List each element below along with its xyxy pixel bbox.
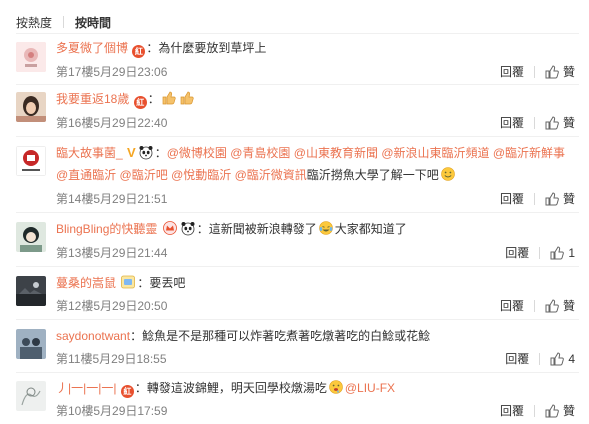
like-button[interactable]: 贊 [545, 114, 575, 131]
like-label: 贊 [562, 192, 575, 206]
comment-meta: 第17樓5月29日23:06 [56, 65, 168, 79]
verified-v-icon: V [127, 145, 136, 160]
panda-emoji-icon [138, 144, 154, 160]
like-count: 1 [568, 245, 575, 260]
like-label: 贊 [562, 116, 575, 130]
red-badge-icon: 紅 [133, 96, 147, 109]
divider [16, 136, 579, 137]
comment-text: ：這新聞被新浪轉發了 [196, 222, 317, 236]
comment-meta: 第10樓5月29日17:59 [56, 404, 168, 418]
like-button[interactable]: 贊 [545, 63, 575, 80]
red-badge-icon: 紅 [120, 385, 134, 398]
comment-text: ： [147, 92, 160, 106]
comment-meta: 第16樓5月29日22:40 [56, 116, 168, 130]
mention-link[interactable]: @悅動臨沂 [171, 168, 231, 182]
like-button[interactable]: 贊 [545, 297, 575, 314]
like-button[interactable]: 贊 [545, 402, 575, 419]
avatar-people-photo-icon[interactable] [16, 329, 46, 359]
thumbs-up-emoji-icon [161, 90, 177, 106]
divider [16, 266, 579, 267]
mention-link[interactable]: @直通臨沂 [56, 168, 116, 182]
comment-username[interactable]: 多夏微了個博 [56, 41, 128, 55]
action-divider [533, 116, 535, 129]
comment-text: 臨沂撈魚大學了解一下吧 [306, 168, 439, 182]
drool-emoji-icon [328, 379, 344, 395]
divider [16, 319, 579, 320]
mention-link[interactable]: @LIU-FX [345, 381, 395, 395]
reply-button[interactable]: 回覆 [500, 63, 524, 80]
reply-button[interactable]: 回覆 [500, 297, 524, 314]
action-divider [539, 246, 541, 259]
divider [16, 84, 579, 85]
panda-emoji-icon [180, 220, 196, 236]
avatar-sketch-icon[interactable] [16, 381, 46, 411]
comment-text: ：鯰魚是不是那種可以炸著吃煮著吃燉著吃的白鯰或花鯰 [130, 329, 431, 343]
like-count: 4 [568, 351, 575, 366]
comment-text: ：為什麼要放到草坪上 [146, 41, 267, 55]
action-divider [533, 299, 535, 312]
like-button[interactable]: 1 [550, 246, 575, 260]
smile-emoji-icon [440, 166, 456, 182]
laugh-cry-emoji-icon [318, 220, 334, 236]
avatar-university-logo-icon[interactable] [16, 146, 46, 176]
comment-text: ： [154, 146, 167, 160]
divider [16, 372, 579, 373]
thumbs-up-icon [545, 115, 559, 130]
avatar-cartoon-icon[interactable] [16, 222, 46, 252]
comment-meta: 第14樓5月29日21:51 [56, 192, 168, 206]
comment-username[interactable]: 丿|一|一|一| [56, 381, 116, 395]
action-divider [539, 352, 541, 365]
sort-divider [63, 16, 65, 28]
mention-link[interactable]: @臨沂微資訊 [235, 168, 307, 182]
reply-button[interactable]: 回覆 [500, 190, 524, 207]
thumbs-up-emoji-icon [179, 90, 195, 106]
reply-button[interactable]: 回覆 [500, 402, 524, 419]
mention-link[interactable]: @臨沂吧 [120, 168, 168, 182]
thumbs-up-icon [545, 191, 559, 206]
mention-link[interactable]: @新浪山東臨沂頻道 [381, 146, 489, 160]
like-button[interactable]: 4 [550, 352, 575, 366]
reply-button[interactable]: 回覆 [505, 244, 529, 261]
like-label: 贊 [562, 404, 575, 418]
comment-meta: 第13樓5月29日21:44 [56, 246, 168, 260]
comment-text: 大家都知道了 [334, 222, 407, 236]
comment-text: ：轉發這波錦鯉，明天回學校燉湯吃 [134, 381, 327, 395]
mention-link[interactable]: @微博校園 [167, 146, 227, 160]
comment-meta: 第11樓5月29日18:55 [56, 352, 167, 366]
comment-username[interactable]: BlingBling的快聽靈 [56, 222, 157, 236]
avatar-girl-photo-icon[interactable] [16, 92, 46, 122]
like-label: 贊 [562, 299, 575, 313]
mention-link[interactable]: @青島校園 [230, 146, 290, 160]
action-divider [533, 65, 535, 78]
divider [16, 212, 579, 213]
sort-by-hot-tab[interactable]: 按熱度 [16, 14, 52, 31]
comment-username[interactable]: 我要重返18歲 [56, 92, 129, 106]
sort-bar: 按熱度 按時間 [16, 12, 111, 32]
crown-badge-icon [162, 220, 178, 236]
action-divider [533, 192, 535, 205]
thumbs-up-icon [545, 298, 559, 313]
comment-meta: 第12樓5月29日20:50 [56, 299, 168, 313]
mention-link[interactable]: @臨沂新鮮事 [493, 146, 565, 160]
member-badge-icon [120, 274, 136, 290]
thumbs-up-icon [550, 351, 565, 366]
divider [16, 33, 579, 34]
thumbs-up-icon [545, 403, 559, 418]
comment-username[interactable]: 臨大故事菌_ [56, 146, 123, 160]
comment-text: ：要丟吧 [137, 276, 186, 290]
sort-by-time-tab[interactable]: 按時間 [75, 14, 111, 31]
reply-button[interactable]: 回覆 [500, 114, 524, 131]
avatar-night-photo-icon[interactable] [16, 276, 46, 306]
reply-button[interactable]: 回覆 [505, 350, 529, 367]
like-label: 贊 [562, 65, 575, 79]
action-divider [533, 404, 535, 417]
mention-link[interactable]: @山東教育新聞 [294, 146, 378, 160]
thumbs-up-icon [550, 245, 565, 260]
red-badge-icon: 紅 [132, 45, 146, 58]
thumbs-up-icon [545, 64, 559, 79]
avatar-flower-icon[interactable] [16, 42, 46, 72]
comment-username[interactable]: 蔓桑的嵩鼠 [56, 276, 116, 290]
like-button[interactable]: 贊 [545, 190, 575, 207]
comment-username[interactable]: saydonotwant [56, 329, 130, 343]
